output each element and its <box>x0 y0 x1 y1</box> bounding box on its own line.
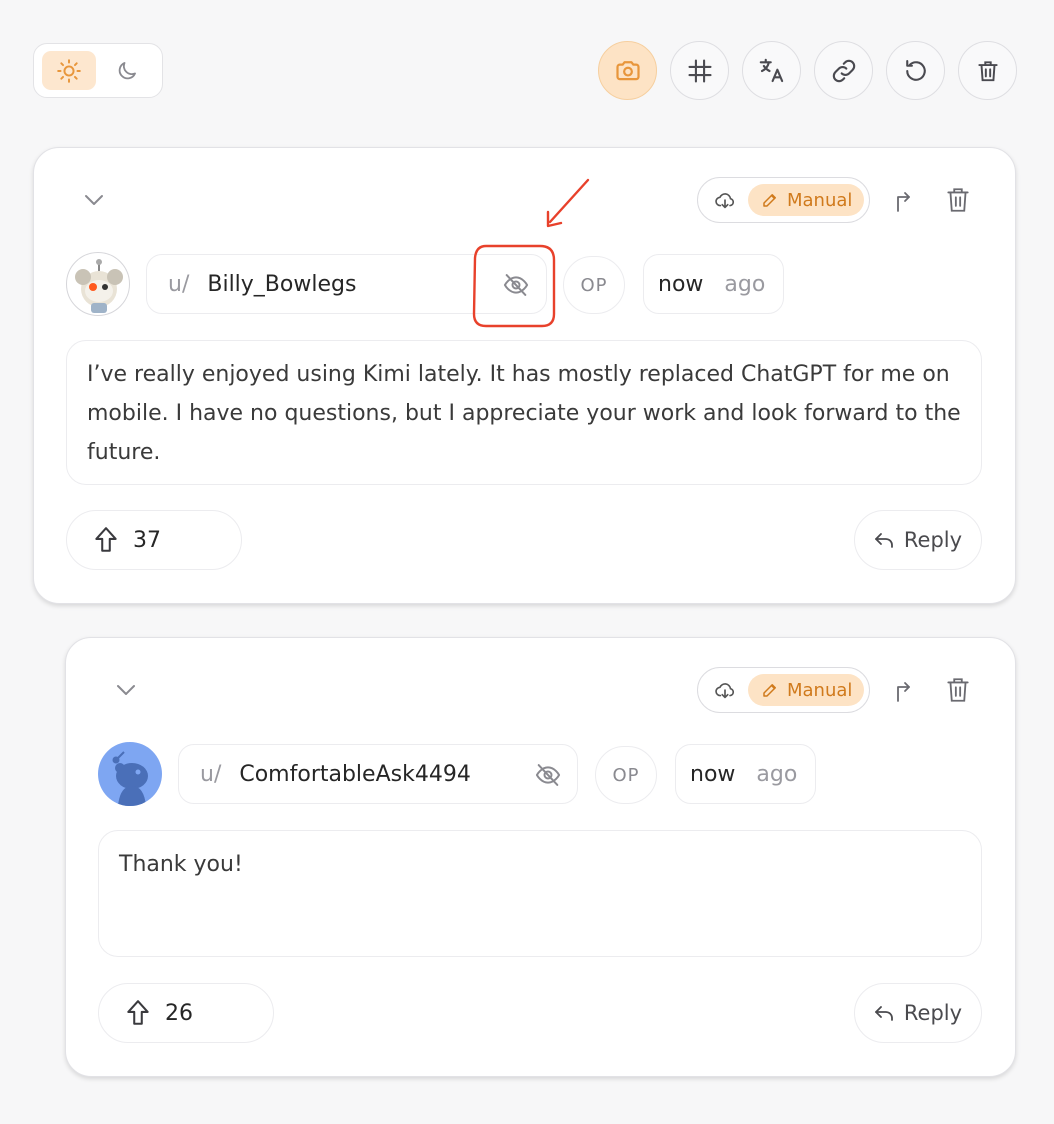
time-value: now <box>658 271 704 297</box>
comment-text: Thank you! <box>119 852 243 877</box>
manual-label: Manual <box>787 679 853 701</box>
annotation-highlight <box>472 178 590 328</box>
manual-label: Manual <box>787 189 853 211</box>
delete-all-button[interactable] <box>958 41 1017 100</box>
avatar[interactable] <box>98 742 162 806</box>
sun-icon <box>57 58 81 83</box>
username-field[interactable]: u/ ComfortableAsk4494 <box>178 744 578 804</box>
avatar[interactable] <box>66 252 130 316</box>
reset-icon <box>905 59 926 81</box>
reply-label: Reply <box>903 528 963 552</box>
manual-badge[interactable]: Manual <box>748 184 864 216</box>
username: Billy_Bowlegs <box>207 271 357 297</box>
vote-counter[interactable]: 37 <box>66 510 242 570</box>
reply-label: Reply <box>903 1001 963 1025</box>
eye-off-icon[interactable] <box>533 761 563 789</box>
cloud-download-icon[interactable] <box>714 190 736 212</box>
user-prefix: u/ <box>200 761 222 787</box>
screenshot-button[interactable] <box>598 41 657 100</box>
translate-button[interactable] <box>742 41 801 100</box>
vote-counter[interactable]: 26 <box>98 983 274 1043</box>
dark-mode-button[interactable] <box>100 51 154 90</box>
timestamp-field[interactable]: now ago <box>675 744 816 804</box>
user-prefix: u/ <box>168 271 190 297</box>
link-icon <box>832 59 855 82</box>
manual-badge[interactable]: Manual <box>748 674 864 706</box>
vote-count: 26 <box>165 1000 193 1026</box>
op-badge[interactable]: OP <box>595 746 657 804</box>
reply-button[interactable]: Reply <box>854 983 982 1043</box>
time-suffix: ago <box>724 271 766 297</box>
time-value: now <box>690 761 736 787</box>
username: ComfortableAsk4494 <box>239 761 471 787</box>
hashtag-button[interactable] <box>670 41 729 100</box>
timestamp-field[interactable]: now ago <box>643 254 784 314</box>
comment-body[interactable]: I’ve really enjoyed using Kimi lately. I… <box>66 340 982 485</box>
op-label: OP <box>612 764 640 786</box>
pencil-icon <box>763 194 776 207</box>
moon-icon <box>118 61 136 79</box>
time-suffix: ago <box>756 761 798 787</box>
snoo-avatar-icon <box>112 751 148 806</box>
reset-button[interactable] <box>886 41 945 100</box>
trash-icon <box>977 60 998 81</box>
chevron-down-icon[interactable] <box>83 190 105 210</box>
light-mode-button[interactable] <box>42 51 96 90</box>
source-tag-group: Manual <box>697 177 870 223</box>
upvote-arrow-icon[interactable] <box>125 999 151 1027</box>
share-icon[interactable] <box>893 189 915 213</box>
reply-arrow-icon <box>875 533 893 548</box>
snoo-avatar-icon <box>75 259 123 313</box>
trash-icon[interactable] <box>945 186 971 214</box>
pencil-icon <box>763 684 776 697</box>
share-icon[interactable] <box>893 679 915 703</box>
vote-count: 37 <box>133 527 161 553</box>
upvote-arrow-icon[interactable] <box>93 526 119 554</box>
source-tag-group: Manual <box>697 667 870 713</box>
hashtag-icon <box>687 58 712 83</box>
reply-arrow-icon <box>875 1006 893 1021</box>
cloud-download-icon[interactable] <box>714 680 736 702</box>
translate-icon <box>759 58 783 82</box>
camera-icon <box>615 60 640 80</box>
comment-body[interactable]: Thank you! <box>98 830 982 957</box>
comment-text: I’ve really enjoyed using Kimi lately. I… <box>87 362 961 465</box>
chevron-down-icon[interactable] <box>115 680 137 700</box>
reply-button[interactable]: Reply <box>854 510 982 570</box>
link-button[interactable] <box>814 41 873 100</box>
theme-toggle <box>33 43 163 98</box>
trash-icon[interactable] <box>945 676 971 704</box>
